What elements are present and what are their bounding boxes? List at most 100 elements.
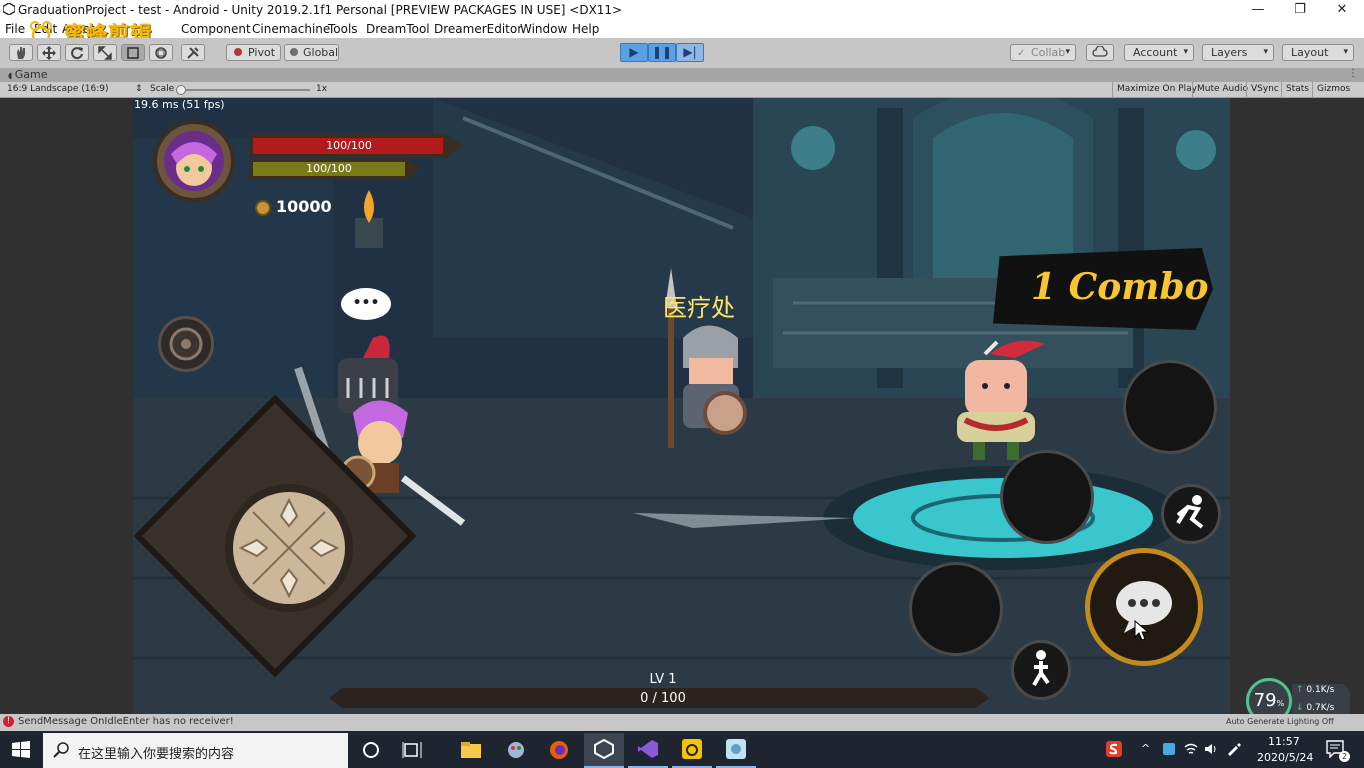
aspect-label: 16:9 Landscape (16:9)	[7, 84, 109, 94]
console-status-bar[interactable]: ! SendMessage OnIdleEnter has no receive…	[0, 714, 1364, 731]
coin-count: 10000	[276, 197, 332, 216]
layers-dropdown[interactable]: Layers	[1202, 44, 1274, 61]
game-tab-label: Game	[14, 68, 48, 81]
rect-tool-button[interactable]	[121, 44, 145, 61]
anime-app-taskbar-item[interactable]	[716, 733, 756, 768]
menu-help[interactable]: Help	[572, 22, 599, 36]
file-explorer-icon[interactable]	[460, 740, 482, 760]
clock-time[interactable]: 11:57	[1268, 735, 1300, 748]
skill-button-2[interactable]	[1000, 450, 1094, 544]
aspect-dropdown[interactable]: 16:9 Landscape (16:9)	[7, 84, 109, 94]
collab-dropdown[interactable]: ✓ Collab	[1010, 44, 1076, 61]
windows-start-icon[interactable]	[12, 741, 30, 759]
wrench-icon	[187, 47, 199, 59]
pivot-toggle[interactable]: Pivot	[226, 44, 281, 61]
menu-dreamereditor[interactable]: DreamerEditor	[434, 22, 522, 36]
play-button[interactable]: ▶	[620, 43, 648, 62]
collab-label: Collab	[1031, 46, 1066, 59]
minimize-button[interactable]: —	[1238, 2, 1278, 19]
paint-app-icon[interactable]	[505, 740, 527, 760]
scale-slider[interactable]	[176, 85, 310, 95]
rect-transform-icon	[127, 47, 139, 59]
search-icon	[53, 742, 69, 758]
gizmos-dropdown[interactable]: Gizmos	[1312, 82, 1354, 97]
npc-speech-bubble: •••	[341, 288, 391, 320]
notification-count: 2	[1339, 751, 1350, 762]
step-button[interactable]: ▶|	[676, 43, 704, 62]
global-toggle[interactable]: Global	[284, 44, 339, 61]
close-button[interactable]: ✕	[1322, 2, 1362, 19]
cloud-button[interactable]	[1086, 44, 1114, 61]
combo-text: 1 Combo	[1031, 266, 1209, 308]
lighting-status: Auto Generate Lighting Off	[1226, 717, 1334, 726]
skill-button-3[interactable]	[909, 562, 1003, 656]
mute-audio-toggle[interactable]: Mute Audio	[1192, 82, 1252, 97]
check-icon: ✓	[1017, 48, 1026, 59]
tab-game[interactable]: ◖ Game	[8, 68, 48, 81]
pause-button[interactable]: ❚❚	[648, 43, 676, 62]
editor-toolbar: Pivot Global ▶ ❚❚ ▶| ✓ Collab Account La…	[0, 38, 1364, 69]
account-label: Account	[1133, 46, 1178, 59]
pen-input-icon[interactable]	[1226, 742, 1242, 756]
menu-dreamtool[interactable]: DreamTool	[366, 22, 430, 36]
game-scene[interactable]: 100/100 100/100 10000 ••• 医疗处 1 Combo LV…	[133, 98, 1230, 714]
layout-dropdown[interactable]: Layout	[1282, 44, 1354, 61]
menu-cinemachine[interactable]: Cinemachine	[252, 22, 330, 36]
upload-arrow-icon: ↑	[1296, 685, 1307, 695]
dash-button[interactable]	[1161, 484, 1221, 544]
coin-icon	[255, 200, 271, 216]
mp-value: 100/100	[306, 162, 352, 175]
layout-label: Layout	[1291, 46, 1329, 59]
vsync-toggle[interactable]: VSync	[1246, 82, 1283, 97]
transform-icon	[155, 47, 167, 59]
anime-app-icon	[726, 739, 746, 759]
enemy-character	[957, 340, 1045, 460]
menu-component[interactable]: Component	[181, 22, 251, 36]
mp-bar: 100/100	[249, 159, 421, 179]
taskbar-search[interactable]: 在这里输入你要搜索的内容	[43, 733, 348, 768]
menu-tools[interactable]: Tools	[328, 22, 358, 36]
hand-tool-button[interactable]	[9, 44, 33, 61]
joystick-knob[interactable]	[225, 484, 353, 612]
menu-window[interactable]: Window	[520, 22, 567, 36]
transform-tool-button[interactable]	[149, 44, 173, 61]
percent-sign: %	[1276, 699, 1285, 708]
skill-button-1[interactable]	[1123, 360, 1217, 454]
cortana-icon[interactable]	[360, 740, 382, 760]
tray-app-icon[interactable]	[1162, 742, 1176, 756]
volume-icon[interactable]	[1204, 742, 1218, 756]
task-view-icon[interactable]	[401, 740, 423, 760]
tray-expand-icon[interactable]: ^	[1141, 742, 1150, 755]
scale-tool-button[interactable]	[93, 44, 117, 61]
dash-figure-icon	[1176, 495, 1204, 529]
move-tool-button[interactable]	[37, 44, 61, 61]
maximize-on-play-toggle[interactable]: Maximize On Play	[1112, 82, 1201, 97]
menu-file[interactable]: File	[5, 22, 25, 36]
scale-slider-thumb[interactable]	[176, 85, 186, 95]
account-dropdown[interactable]: Account	[1124, 44, 1194, 61]
pivot-icon	[234, 48, 242, 56]
pivot-label: Pivot	[248, 46, 276, 59]
jump-button[interactable]	[1011, 640, 1071, 700]
stats-toggle[interactable]: Stats	[1281, 82, 1313, 97]
rotate-tool-button[interactable]	[65, 44, 89, 61]
tab-menu-icon[interactable]: ⋮	[1348, 68, 1358, 79]
maximize-button[interactable]: ❐	[1280, 2, 1320, 19]
custom-tool-button[interactable]	[181, 44, 205, 61]
layers-label: Layers	[1211, 46, 1248, 59]
shield-button[interactable]	[158, 316, 214, 372]
game-tab-icon: ◖	[8, 71, 15, 80]
download-speed-value: 0.7K/s	[1306, 703, 1335, 713]
rotate-icon	[71, 47, 83, 60]
speech-text: •••	[352, 295, 380, 311]
firefox-icon[interactable]	[548, 740, 570, 760]
sogou-ime-icon[interactable]	[1106, 741, 1122, 757]
game-view: 100/100 100/100 10000 ••• 医疗处 1 Combo LV…	[0, 98, 1364, 714]
clock-date[interactable]: 2020/5/24	[1257, 751, 1313, 764]
performance-percent: 79	[1253, 690, 1277, 711]
wifi-icon[interactable]	[1184, 742, 1198, 756]
visual-studio-taskbar-item[interactable]	[628, 733, 668, 768]
unity-taskbar-item[interactable]	[584, 733, 624, 768]
talk-button[interactable]	[1085, 548, 1203, 666]
bee-editor-taskbar-item[interactable]	[672, 733, 712, 768]
